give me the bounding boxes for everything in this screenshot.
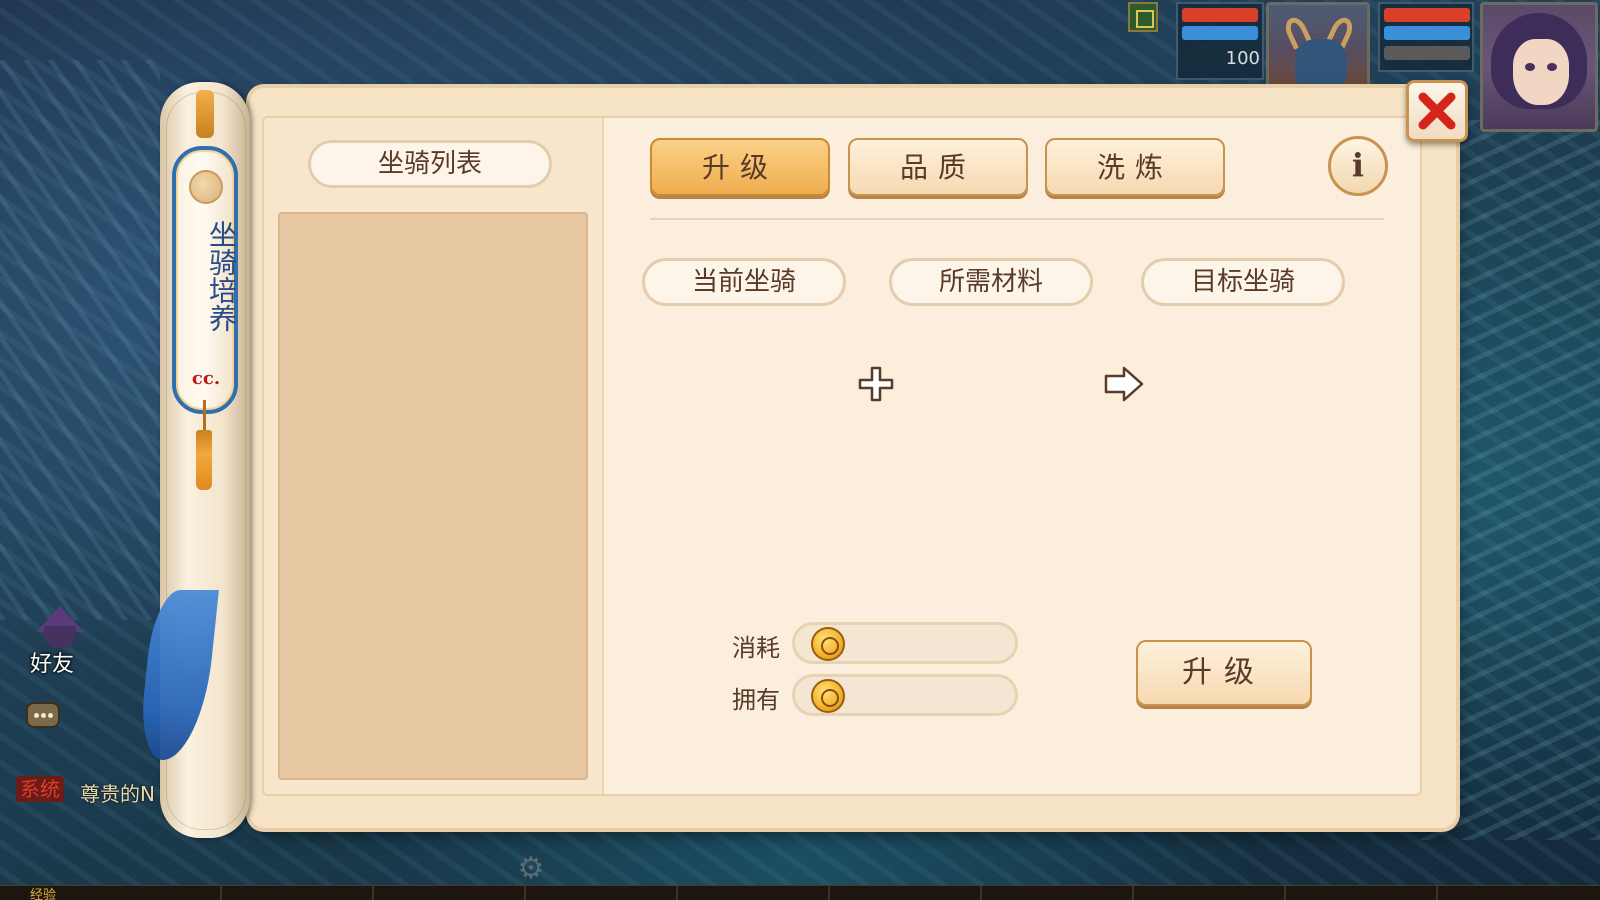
upgrade-button[interactable]: 升级 [1136, 640, 1312, 706]
buff-icon[interactable] [1128, 2, 1158, 32]
pet-mp-bar [1182, 26, 1258, 40]
settings-gear-icon[interactable]: ⚙ [514, 852, 548, 886]
panel-content: 坐骑列表 升级 品质 洗炼 i 当前坐骑 所需材料 目标坐骑 消耗 拥有 升级 [262, 116, 1422, 796]
arrow-right-icon [1104, 366, 1144, 402]
hero-exp-bar [1384, 46, 1470, 60]
system-message: 尊贵的N [80, 782, 155, 806]
pet-face [1295, 39, 1347, 85]
current-mount-label: 当前坐骑 [642, 258, 846, 306]
exp-tick [676, 886, 678, 900]
chat-dot [41, 713, 46, 718]
close-button[interactable] [1406, 80, 1468, 142]
pet-level: 100 [1225, 48, 1260, 69]
tab-quality[interactable]: 品质 [848, 138, 1028, 196]
panel-title-plaque: 坐骑培养 cc. [172, 146, 238, 414]
exp-tick [1284, 886, 1286, 900]
pet-hp-bar [1182, 8, 1258, 22]
panel-title: 坐骑培养 [205, 220, 238, 332]
hero-eye-left [1525, 63, 1535, 71]
tassel-ornament [196, 430, 212, 490]
hero-avatar[interactable] [1480, 2, 1598, 132]
own-field [792, 674, 1018, 716]
own-label: 拥有 [732, 686, 780, 714]
exp-tick [1132, 886, 1134, 900]
required-materials-label: 所需材料 [889, 258, 1093, 306]
friends-button[interactable]: 好友 [24, 606, 94, 677]
top-knot-ornament [196, 90, 214, 138]
chat-button[interactable] [22, 698, 64, 736]
hero-eye-right [1547, 63, 1557, 71]
chat-dot [48, 713, 53, 718]
mount-training-panel: 坐骑列表 升级 品质 洗炼 i 当前坐骑 所需材料 目标坐骑 消耗 拥有 升级 [250, 88, 1456, 828]
pet-avatar[interactable] [1266, 2, 1370, 88]
exp-label: 经验 [30, 888, 57, 900]
info-icon[interactable]: i [1328, 136, 1388, 196]
experience-bar [0, 885, 1600, 900]
target-mount-label: 目标坐骑 [1141, 258, 1345, 306]
hero-face [1513, 39, 1569, 105]
gold-coin-icon [811, 679, 845, 713]
stamp-logo: cc. [191, 368, 221, 389]
mount-list-title: 坐骑列表 [308, 140, 552, 188]
close-icon [1418, 92, 1456, 130]
tab-upgrade[interactable]: 升级 [650, 138, 830, 196]
hero-hp-bar [1384, 8, 1470, 22]
divider [650, 218, 1384, 220]
exp-tick [220, 886, 222, 900]
friends-label: 好友 [30, 652, 75, 677]
consume-field [792, 622, 1018, 664]
tab-refine[interactable]: 洗炼 [1045, 138, 1225, 196]
plus-icon [858, 366, 894, 402]
exp-tick [980, 886, 982, 900]
tassel-cord [203, 400, 206, 434]
hero-mp-bar [1384, 26, 1470, 40]
system-channel-tag: 系统 [16, 776, 64, 802]
exp-tick [524, 886, 526, 900]
consume-label: 消耗 [732, 634, 780, 662]
mount-list[interactable] [278, 212, 588, 780]
friend-avatar-icon [44, 626, 76, 648]
exp-tick [1436, 886, 1438, 900]
exp-tick [828, 886, 830, 900]
medal-icon [189, 170, 223, 204]
chat-dot [34, 713, 39, 718]
mount-list-column: 坐骑列表 [264, 118, 604, 794]
gold-coin-icon [811, 627, 845, 661]
exp-tick [372, 886, 374, 900]
background-scrolls-left [0, 60, 160, 620]
hero-status-bars [1378, 2, 1474, 72]
